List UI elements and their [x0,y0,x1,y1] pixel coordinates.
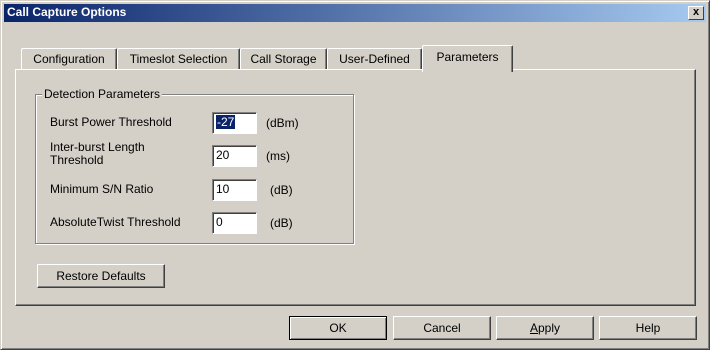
button-label: OK [329,321,347,335]
close-icon: x [692,6,700,18]
button-label: Restore Defaults [56,269,146,283]
button-label: pply [538,321,561,335]
tab-label: Timeslot Selection [129,52,228,66]
tab-parameters[interactable]: Parameters [422,45,513,72]
tab-label: Parameters [436,50,499,64]
close-button[interactable]: x [688,6,704,20]
inter-burst-length-input[interactable]: 20 [212,145,257,167]
group-title: Detection Parameters [42,87,163,101]
cancel-button[interactable]: Cancel [393,316,491,340]
minimum-sn-ratio-input[interactable]: 10 [212,179,257,201]
parameters-panel: Detection Parameters Burst Power Thresho… [15,69,696,306]
absolute-twist-threshold-input[interactable]: 0 [212,212,257,234]
tab-label: User-Defined [339,52,410,66]
call-capture-options-dialog: Call Capture Options x Configuration Tim… [0,0,710,350]
tab-timeslot-selection[interactable]: Timeslot Selection [117,48,240,70]
detection-parameters-group: Detection Parameters Burst Power Thresho… [35,87,354,244]
window-title: Call Capture Options [7,5,127,19]
minimum-sn-ratio-label: Minimum S/N Ratio [50,182,154,196]
apply-mnemonic: A [529,321,538,335]
help-button[interactable]: Help [599,316,697,340]
button-label: Help [635,321,661,335]
tab-label: Call Storage [250,52,317,66]
absolute-twist-threshold-label: AbsoluteTwist Threshold [50,215,181,229]
tab-label: Configuration [33,52,105,66]
title-bar[interactable]: Call Capture Options x [4,4,706,22]
burst-power-threshold-input[interactable]: -27 [212,112,257,134]
tab-user-defined[interactable]: User-Defined [327,48,422,70]
burst-power-unit: (dBm) [266,116,299,130]
inter-burst-length-label-line2: Threshold [50,153,104,167]
apply-button[interactable]: Apply [496,316,594,340]
button-label: Cancel [423,321,461,335]
tab-configuration[interactable]: Configuration [21,48,117,70]
inter-burst-unit: (ms) [266,149,290,163]
burst-power-threshold-label: Burst Power Threshold [50,115,172,129]
sn-ratio-unit: (dB) [270,183,293,197]
tab-call-storage[interactable]: Call Storage [240,48,327,70]
restore-defaults-button[interactable]: Restore Defaults [37,264,165,288]
ok-button[interactable]: OK [289,316,387,340]
selected-text: -27 [216,115,236,129]
twist-unit: (dB) [270,216,293,230]
